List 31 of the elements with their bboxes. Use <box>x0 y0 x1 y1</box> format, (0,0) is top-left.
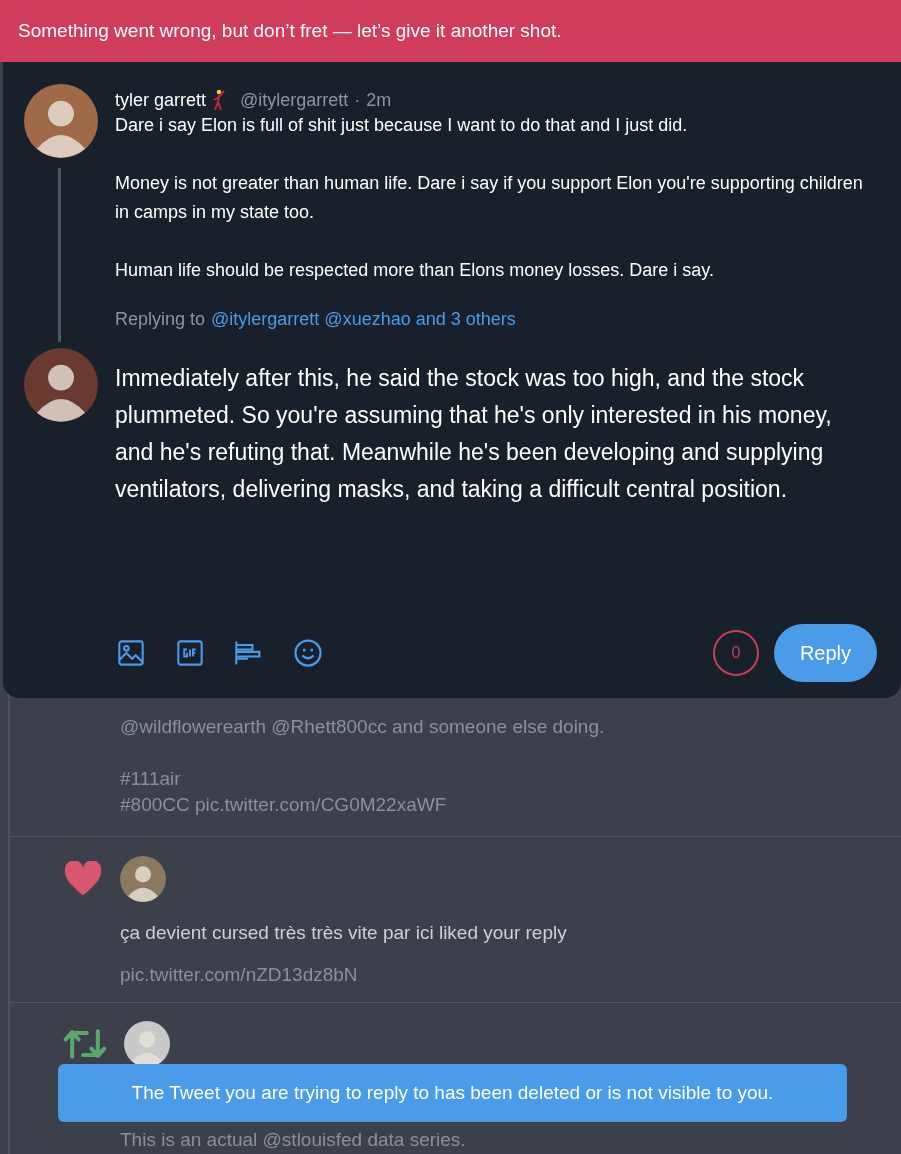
heart-icon <box>63 861 103 897</box>
mention-link[interactable]: @itylergarrett @xuezhao and 3 others <box>211 309 516 330</box>
toast-message: The Tweet you are trying to reply to has been deleted or is not visible to you. <box>58 1064 847 1122</box>
reply-button[interactable]: Reply <box>774 624 877 682</box>
gif-button[interactable] <box>174 637 206 669</box>
media-link[interactable]: pic.twitter.com/nZD13dz8bN <box>120 964 901 986</box>
reply-text-field[interactable]: Immediately after this, he said the stock was too high, and the stock plummeted. So you're assuming that he's only interested in his money, and he's refuting that. Meanwhile he's been developing and supplying ventilators, delivering masks, and taking a difficult central position. <box>115 360 877 508</box>
avatar[interactable] <box>24 84 98 158</box>
separator-dot: · <box>354 89 361 111</box>
author-handle: @itylergarrett <box>240 89 349 111</box>
tweet-text: Money is not greater than human life. Dare i say if you support Elon you're supporting children in camps in my state too. <box>115 172 864 224</box>
tweet-text: This is an actual @stlouisfed data series. <box>120 1129 467 1151</box>
tweet-text: #111air #800CC pic.twitter.com/CG0M22xaWF <box>120 767 448 817</box>
dancer-icon <box>212 89 227 111</box>
avatar[interactable] <box>124 1021 170 1067</box>
emoji-icon <box>293 638 323 668</box>
author-name: tyler garrett <box>115 89 207 111</box>
character-counter: 0 <box>713 630 759 676</box>
notification-text: ça devient cursed très très vite par ici liked your reply <box>120 922 568 944</box>
image-icon <box>117 639 145 667</box>
tweet-text: Dare i say Elon is full of shit just because I want to do that and I just did. <box>115 114 689 137</box>
tweet-text: @wildflowerearth @Rhett800cc and someone else doing. <box>120 715 606 739</box>
emoji-button[interactable] <box>292 637 324 669</box>
replying-label: Replying to <box>115 309 206 330</box>
tweet-text: Human life should be respected more than Elons money losses. Dare i say. <box>115 259 715 282</box>
tweet-time: 2m <box>366 89 392 111</box>
error-banner: Something went wrong, but don’t fret — let’s give it another shot. <box>0 0 901 62</box>
avatar[interactable] <box>120 856 166 902</box>
avatar[interactable] <box>24 348 98 422</box>
image-button[interactable] <box>115 637 147 669</box>
gif-icon <box>176 639 204 667</box>
